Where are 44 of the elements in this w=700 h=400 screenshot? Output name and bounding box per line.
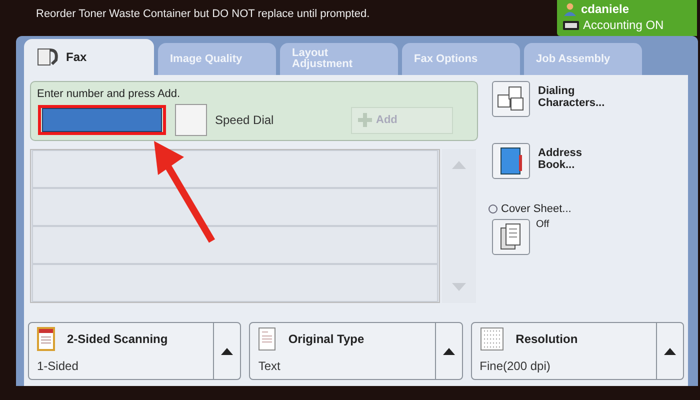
feature-title: Original Type [288, 332, 364, 346]
person-icon [563, 2, 577, 16]
speed-dial-label: Speed Dial [215, 113, 275, 127]
status-message: Reorder Toner Waste Container but DO NOT replace until prompted. [36, 8, 370, 20]
tab[interactable]: Image Quality [158, 43, 276, 75]
grid-icon [480, 327, 504, 351]
radio-icon [488, 204, 498, 214]
cover-sheet-label: Cover Sheet... [501, 203, 572, 215]
document-icon [258, 327, 276, 351]
feature-title: Resolution [516, 332, 578, 346]
cover-sheet-value: Off [536, 219, 550, 230]
button-label: Dialing Characters... [538, 85, 606, 109]
user-badge[interactable]: cdaniele Accounting ON [557, 0, 697, 36]
keys-icon [497, 86, 525, 112]
feature-button[interactable]: Original Type Text [249, 322, 463, 380]
tab[interactable]: Job Assembly [524, 43, 642, 75]
feature-button[interactable]: Resolution Fine(200 dpi) [470, 322, 684, 380]
feature-button[interactable]: 2-Sided Scanning 1-Sided [28, 322, 242, 380]
speed-dial-checkbox[interactable] [175, 104, 207, 136]
caret-up-icon[interactable] [221, 348, 234, 354]
pages-icon [500, 223, 522, 251]
feature-value: 1-Sided [37, 359, 80, 373]
accounting-status: Accounting ON [583, 18, 664, 32]
tab[interactable]: Layout Adjustment [280, 43, 398, 75]
plus-icon [358, 113, 372, 127]
user-name: cdaniele [581, 2, 630, 16]
feature-title: 2-Sided Scanning [67, 332, 168, 346]
recipient-row[interactable] [32, 188, 438, 226]
book-icon [499, 147, 523, 175]
tab[interactable]: Fax Options [402, 43, 520, 75]
button-label: Address Book... [538, 147, 584, 171]
fax-icon [36, 46, 60, 68]
caret-up-icon[interactable] [664, 348, 676, 354]
recipient-row[interactable] [32, 150, 438, 188]
cover-sheet-button[interactable] [492, 219, 530, 255]
tab[interactable]: Fax [24, 39, 154, 75]
feature-value: Text [258, 359, 282, 373]
feature-value: Fine(200 dpi) [480, 359, 552, 373]
address-book-button[interactable] [492, 143, 530, 179]
dialing-characters-button[interactable] [492, 81, 530, 117]
entry-label: Enter number and press Add. [37, 88, 180, 100]
counter-icon [563, 20, 579, 30]
document-icon [37, 327, 55, 351]
caret-up-icon[interactable] [442, 348, 455, 354]
